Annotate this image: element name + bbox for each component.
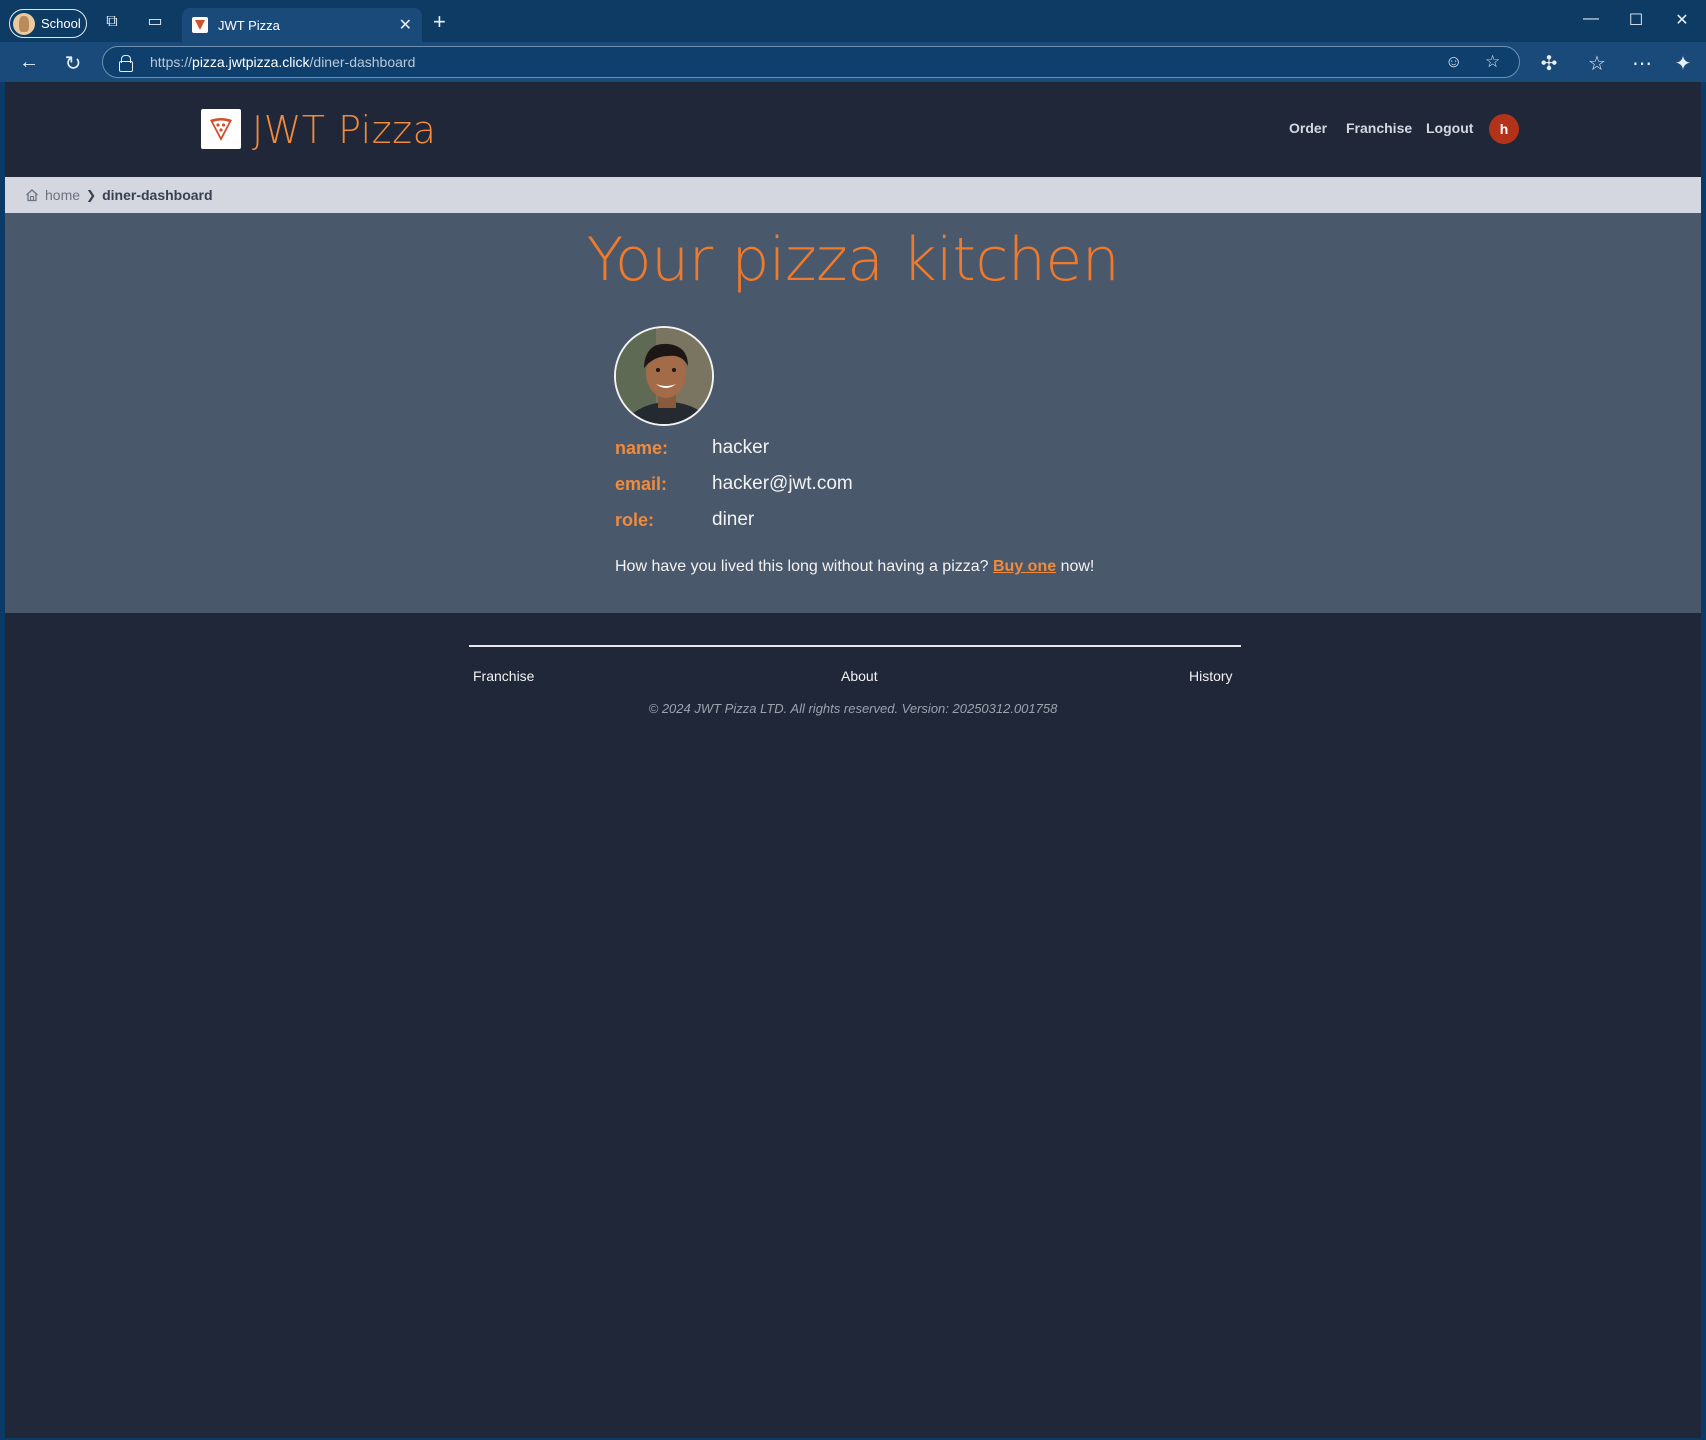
pizza-logo-icon[interactable] xyxy=(201,109,241,149)
breadcrumb-current: diner-dashboard xyxy=(102,187,213,203)
role-label: role: xyxy=(615,510,655,530)
close-tab-icon[interactable]: ✕ xyxy=(399,15,412,35)
footer-history-link[interactable]: History xyxy=(1189,668,1233,684)
workspaces-icon[interactable]: ⧉ xyxy=(102,12,122,32)
browser-tab-bar: School ⧉ ▭ JWT Pizza ✕ + — ☐ ✕ xyxy=(0,0,1706,42)
chevron-right-icon: ❯ xyxy=(86,188,97,202)
maximize-icon[interactable]: ☐ xyxy=(1624,10,1648,30)
lock-icon[interactable] xyxy=(119,55,133,72)
brand-title[interactable]: JWT Pizza xyxy=(252,108,436,152)
site-header: JWT Pizza Order Franchise Logout h xyxy=(5,82,1701,177)
nav-logout-link[interactable]: Logout xyxy=(1426,120,1473,136)
more-options-icon[interactable]: ⋯ xyxy=(1630,51,1654,76)
main-content: Your pizza kitchen name: hacker email: h… xyxy=(5,213,1701,613)
home-icon[interactable] xyxy=(25,188,39,202)
profile-button[interactable]: School xyxy=(9,9,87,38)
tab-actions-icon[interactable]: ▭ xyxy=(145,12,165,32)
copyright-text: © 2024 JWT Pizza LTD. All rights reserve… xyxy=(648,701,1058,716)
profile-avatar-image xyxy=(614,326,714,426)
browser-toolbar: ← ↻ https://pizza.jwtpizza.click/diner-d… xyxy=(0,42,1706,82)
page: JWT Pizza Order Franchise Logout h home … xyxy=(5,82,1701,1438)
extensions-icon[interactable]: ✣ xyxy=(1537,51,1561,76)
email-value: hacker@jwt.com xyxy=(712,473,853,494)
profile-label: School xyxy=(41,16,81,31)
promo-text: How have you lived this long without hav… xyxy=(615,558,1095,575)
tab-title: JWT Pizza xyxy=(218,17,280,33)
nav-order-link[interactable]: Order xyxy=(1289,120,1327,136)
email-label: email: xyxy=(615,474,668,494)
favorite-star-icon[interactable]: ☆ xyxy=(1485,52,1500,72)
refresh-icon[interactable]: ↻ xyxy=(61,51,85,76)
profile-avatar-icon xyxy=(13,12,35,35)
breadcrumb-home-link[interactable]: home xyxy=(45,187,80,203)
name-value: hacker xyxy=(712,437,770,458)
pizza-favicon-icon xyxy=(192,17,208,33)
page-title: Your pizza kitchen xyxy=(586,225,1120,295)
copilot-icon[interactable]: ✦ xyxy=(1671,51,1695,76)
name-label: name: xyxy=(615,438,669,458)
footer-about-link[interactable]: About xyxy=(841,668,878,684)
minimize-icon[interactable]: — xyxy=(1579,10,1603,28)
role-value: diner xyxy=(712,509,755,530)
reading-mode-icon[interactable]: ☺ xyxy=(1445,52,1462,72)
tab-jwt-pizza[interactable]: JWT Pizza ✕ xyxy=(182,8,422,42)
user-avatar-badge[interactable]: h xyxy=(1489,114,1519,144)
footer-franchise-link[interactable]: Franchise xyxy=(473,668,534,684)
nav-franchise-link[interactable]: Franchise xyxy=(1346,120,1412,136)
url-text[interactable]: https://pizza.jwtpizza.click/diner-dashb… xyxy=(150,54,415,70)
new-tab-icon[interactable]: + xyxy=(433,9,446,35)
buy-one-link[interactable]: Buy one xyxy=(993,558,1056,575)
back-arrow-icon[interactable]: ← xyxy=(17,51,41,74)
close-window-icon[interactable]: ✕ xyxy=(1670,10,1694,30)
favorites-icon[interactable]: ☆ xyxy=(1585,51,1609,76)
breadcrumb: home ❯ diner-dashboard xyxy=(5,177,1701,213)
footer-divider xyxy=(469,645,1241,647)
address-bar[interactable]: https://pizza.jwtpizza.click/diner-dashb… xyxy=(102,46,1520,78)
